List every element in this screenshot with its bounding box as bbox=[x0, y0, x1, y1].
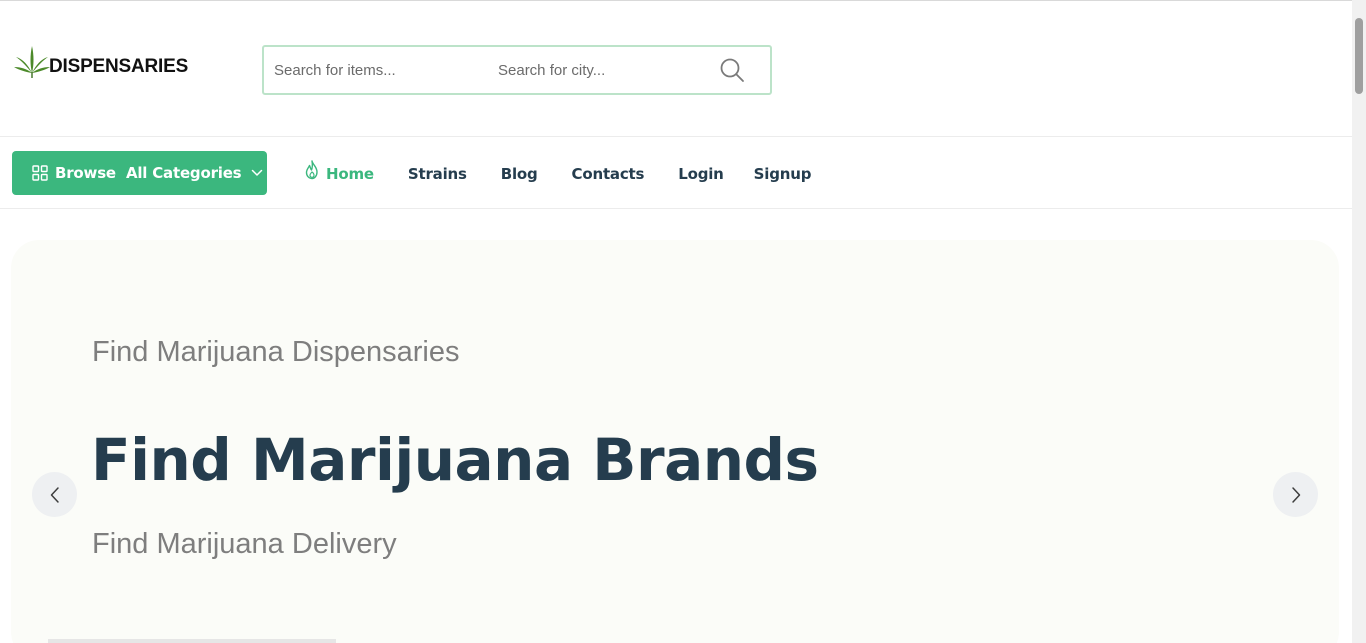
search-city-input[interactable] bbox=[498, 59, 698, 81]
slider-next-button[interactable] bbox=[1273, 472, 1318, 517]
main-navigation-bar: Browse All Categories Home Strains Blog … bbox=[0, 136, 1352, 209]
logo[interactable]: DISPENSARIES bbox=[13, 45, 188, 79]
nav-item-strains[interactable]: Strains bbox=[408, 165, 467, 183]
nav-item-blog[interactable]: Blog bbox=[501, 165, 538, 183]
site-header: DISPENSARIES bbox=[0, 1, 1352, 136]
browse-categories-button[interactable]: Browse All Categories bbox=[12, 151, 267, 195]
nav-item-signup[interactable]: Signup bbox=[754, 165, 812, 183]
search-bar bbox=[262, 45, 772, 95]
grid-icon bbox=[32, 165, 48, 181]
browse-categories-label: Browse All Categories bbox=[55, 164, 242, 182]
search-items-input[interactable] bbox=[274, 59, 474, 81]
nav-item-home[interactable]: Home bbox=[303, 159, 374, 183]
chevron-left-icon bbox=[50, 486, 59, 503]
slider-prev-button[interactable] bbox=[32, 472, 77, 517]
chevron-down-icon bbox=[251, 169, 263, 177]
search-button[interactable] bbox=[718, 56, 746, 84]
chevron-right-icon bbox=[1291, 486, 1300, 503]
nav-item-contacts[interactable]: Contacts bbox=[572, 165, 645, 183]
hero-title: Find Marijuana Brands bbox=[91, 426, 819, 494]
hero-subtitle-top: Find Marijuana Dispensaries bbox=[92, 336, 460, 368]
search-icon bbox=[720, 58, 744, 82]
page-scrollbar[interactable] bbox=[1352, 0, 1366, 643]
hero-subtitle-bottom: Find Marijuana Delivery bbox=[92, 528, 397, 560]
nav-item-login[interactable]: Login bbox=[678, 165, 724, 183]
flame-icon bbox=[303, 159, 321, 180]
nav-menu: Home Strains Blog Contacts Login Signup bbox=[303, 137, 811, 210]
cannabis-leaf-icon bbox=[14, 46, 50, 78]
bottom-strip bbox=[48, 639, 336, 643]
scrollbar-thumb[interactable] bbox=[1355, 18, 1363, 94]
nav-item-label: Home bbox=[326, 164, 374, 183]
logo-text: DISPENSARIES bbox=[49, 56, 189, 77]
hero-slider: Find Marijuana Dispensaries Find Marijua… bbox=[11, 240, 1339, 643]
